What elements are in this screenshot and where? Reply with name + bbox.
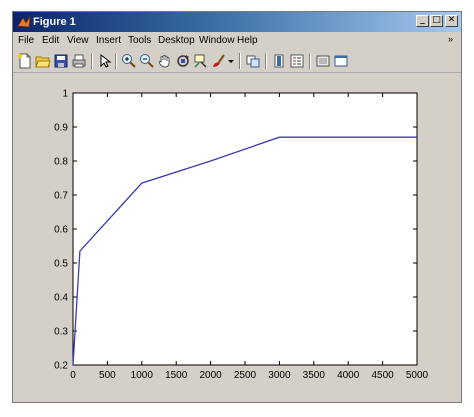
brush-icon[interactable] [211,53,227,69]
figure-window: Figure 1 _ □ ✕ File Edit View Insert Too… [12,11,462,403]
menu-insert[interactable]: Insert [96,35,121,47]
rotate-3d-icon[interactable] [175,53,191,69]
y-tick-label: 0.4 [54,293,68,304]
zoom-in-icon[interactable] [121,53,137,69]
x-tick-label: 2500 [234,370,257,381]
x-tick-label: 1500 [165,370,188,381]
close-button[interactable]: ✕ [445,15,458,27]
y-tick-label: 0.9 [54,123,68,134]
menu-desktop[interactable]: Desktop [158,35,195,47]
title-bar[interactable]: Figure 1 _ □ ✕ [13,12,461,32]
minimize-button[interactable]: _ [416,15,429,27]
x-tick-label: 2000 [199,370,222,381]
y-tick-label: 0.3 [54,327,68,338]
link-plot-icon[interactable] [245,53,261,69]
hide-plot-tools-icon[interactable] [315,53,331,69]
x-tick-label: 0 [70,370,76,381]
menu-window[interactable]: Window [199,35,235,47]
y-tick-label: 0.2 [54,361,68,372]
data-cursor-icon[interactable] [193,53,209,69]
brush-dropdown-icon[interactable] [227,53,235,69]
insert-legend-icon[interactable] [289,53,305,69]
y-tick-label: 0.7 [54,191,68,202]
save-icon[interactable] [53,53,69,69]
toolbar-separator [115,53,117,69]
y-tick-label: 0.8 [54,157,68,168]
figure-toolbar [13,50,461,73]
y-tick-label: 1 [62,89,68,100]
x-tick-label: 3500 [303,370,326,381]
plot-axes-box [72,92,418,366]
insert-colorbar-icon[interactable] [271,53,287,69]
x-tick-label: 3000 [268,370,291,381]
pan-hand-icon[interactable] [157,53,173,69]
figure-canvas[interactable]: 0 500 1000 1500 2000 2500 3000 3500 4000 4500 5000… [13,73,461,402]
x-tick-label: 1000 [131,370,154,381]
matlab-logo-icon [17,15,31,29]
menu-view[interactable]: View [67,35,89,47]
open-file-icon[interactable] [35,53,51,69]
zoom-out-icon[interactable] [139,53,155,69]
x-tick-label: 500 [99,370,116,381]
print-icon[interactable] [71,53,87,69]
menu-help[interactable]: Help [237,35,258,47]
x-tick-label: 5000 [406,370,429,381]
menu-tools[interactable]: Tools [128,35,151,47]
maximize-button[interactable]: □ [430,15,443,27]
menu-edit[interactable]: Edit [42,35,59,47]
y-tick-label: 0.6 [54,225,68,236]
menu-overflow-icon[interactable]: » [448,34,453,44]
menu-file[interactable]: File [18,35,34,47]
toolbar-separator [91,53,93,69]
toolbar-separator [309,53,311,69]
toolbar-separator [265,53,267,69]
select-arrow-icon[interactable] [97,53,113,69]
x-tick-label: 4500 [371,370,394,381]
show-plot-tools-icon[interactable] [333,53,349,69]
menu-bar: File Edit View Insert Tools Desktop Wind… [13,32,461,50]
toolbar-separator [239,53,241,69]
window-title: Figure 1 [33,16,76,28]
y-tick-label: 0.5 [54,259,68,270]
x-tick-label: 4000 [337,370,360,381]
line-plot[interactable]: 0 500 1000 1500 2000 2500 3000 3500 4000 4500 5000… [13,73,461,402]
new-figure-icon[interactable] [17,53,33,69]
